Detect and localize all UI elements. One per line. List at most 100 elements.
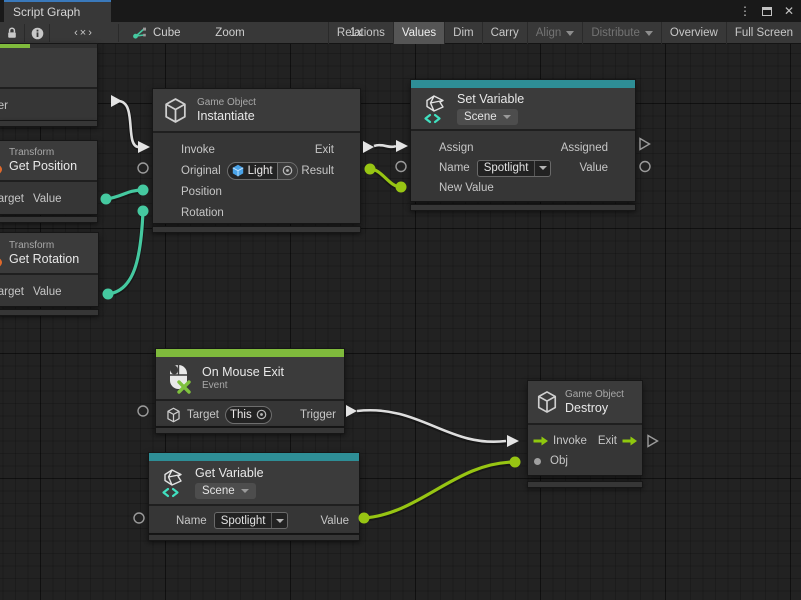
target-port-label: Target [0,286,24,298]
object-field-this[interactable]: This [225,406,272,424]
port-trigger-out[interactable] [346,405,357,417]
trigger-port-label: Trigger [300,409,336,421]
node-on-mouse-exit[interactable]: On Mouse Exit Event Target This [155,348,345,427]
tab-title: Script Graph [13,5,80,19]
node-title: Destroy [565,401,624,416]
exit-port-label: Exit [598,435,617,447]
port-original-in[interactable] [138,163,148,173]
tab-script-graph[interactable]: Script Graph [4,0,111,22]
port-invoke-in[interactable] [138,141,150,153]
object-picker-icon [256,409,267,420]
tab-bar: Script Graph ⋮ ✕ [0,0,801,22]
node-footer [410,204,636,211]
invoke-port-label: Invoke [553,435,587,447]
flow-arrow-icon [532,436,549,446]
variable-name-dropdown[interactable]: Spotlight [477,160,552,177]
port-assigned-out[interactable] [640,139,650,150]
info-button[interactable] [25,22,49,44]
name-port-label: Name [176,515,207,527]
chevron-down-icon [645,31,653,36]
chevron-down-icon [276,519,284,523]
variable-kind-value: Scene [464,111,497,123]
port-target-in[interactable] [138,406,148,416]
cube-icon [166,407,181,423]
menu-kebab-icon[interactable]: ⋮ [737,3,753,19]
node-title: On Mouse Exit [202,365,284,380]
lock-icon [5,26,19,40]
object-field-light[interactable]: Light [227,162,298,180]
wire-control-trigger-invoke[interactable] [118,101,139,147]
wire-control-exit-assign[interactable] [374,145,396,147]
wire-value-variable-obj[interactable] [364,462,515,518]
port-obj-in[interactable] [510,457,521,468]
variable-name-value: Spotlight [215,515,272,527]
variable-colorbar [149,453,359,461]
carry-button[interactable]: Carry [482,22,527,44]
variable-icon [421,94,448,124]
port-value-out[interactable] [640,162,650,172]
port-exit-out[interactable] [363,141,374,153]
exit-port-label: Exit [315,144,334,156]
node-set-variable[interactable]: Set Variable Scene Assign Assigned Name … [410,79,636,202]
target-port-label: Target [187,409,219,421]
edit-graph-button[interactable]: ‹×› [50,22,118,44]
variable-name-value: Spotlight [478,162,535,174]
chevron-down-icon [241,489,249,493]
variable-kind-value: Scene [202,485,235,497]
wire-value-rotation[interactable] [108,211,143,294]
port-new-value-in[interactable] [396,182,407,193]
variable-colorbar [411,80,635,88]
object-field-value: This [226,407,256,423]
overview-button[interactable]: Overview [661,22,726,44]
port-rotation-in[interactable] [138,206,149,217]
node-get-variable[interactable]: Get Variable Scene Name Spotlight Value [148,452,360,534]
event-colorbar [156,349,344,357]
port-assign-in[interactable] [396,140,408,152]
object-field-value: Light [248,165,273,177]
result-port-label: Result [301,165,334,177]
obj-port-label: Obj [550,455,568,467]
node-partial-event[interactable]: Trigger [0,43,98,121]
node-instantiate[interactable]: Game Object Instantiate Invoke Exit Orig… [152,88,361,224]
node-get-rotation[interactable]: Transform Get Rotation Target Value [0,232,99,307]
value-port-label: Value [33,286,62,298]
node-footer [0,216,98,223]
fullscreen-button[interactable]: Full Screen [726,22,801,44]
lock-button[interactable] [0,22,24,44]
maximize-icon[interactable] [759,3,775,19]
wire-value-position[interactable] [106,190,143,199]
port-value-out[interactable] [359,513,370,524]
port-result-out[interactable] [365,164,376,175]
object-picker-button[interactable] [277,163,297,179]
variable-name-dropdown[interactable]: Spotlight [214,512,289,529]
graph-canvas[interactable]: Trigger Transform Get Position Target Va… [0,44,801,600]
dim-button[interactable]: Dim [444,22,481,44]
port-exit-out[interactable] [648,436,658,447]
port-position-in[interactable] [138,185,149,196]
object-picker-button[interactable] [256,407,271,423]
wire-control-trigger-destroy[interactable] [357,410,506,442]
port-name-in[interactable] [396,162,406,172]
node-get-position[interactable]: Transform Get Position Target Value [0,140,98,215]
values-button[interactable]: Values [393,22,444,44]
node-subtitle: Event [202,380,284,392]
node-destroy[interactable]: Game Object Destroy Invoke Exit [527,380,643,476]
port-invoke-in[interactable] [507,435,519,447]
port-name-in[interactable] [134,513,144,523]
node-category: Game Object [197,97,256,109]
node-title: Get Variable [195,466,264,481]
node-category: Transform [9,240,54,252]
port-trigger-out[interactable] [111,95,122,107]
graph-target[interactable]: Cube [132,22,192,44]
port-value-out[interactable] [101,194,112,205]
window-controls: ⋮ ✕ [737,0,797,22]
variable-kind-dropdown[interactable]: Scene [195,483,256,499]
close-icon[interactable]: ✕ [781,3,797,19]
align-dropdown[interactable]: Align [527,22,583,44]
distribute-dropdown[interactable]: Distribute [582,22,661,44]
variable-kind-dropdown[interactable]: Scene [457,109,518,125]
port-value-out[interactable] [103,289,114,300]
relations-button[interactable]: Relations [328,22,393,44]
wire-value-result-newvalue[interactable] [370,169,401,187]
event-colorbar [0,44,30,48]
